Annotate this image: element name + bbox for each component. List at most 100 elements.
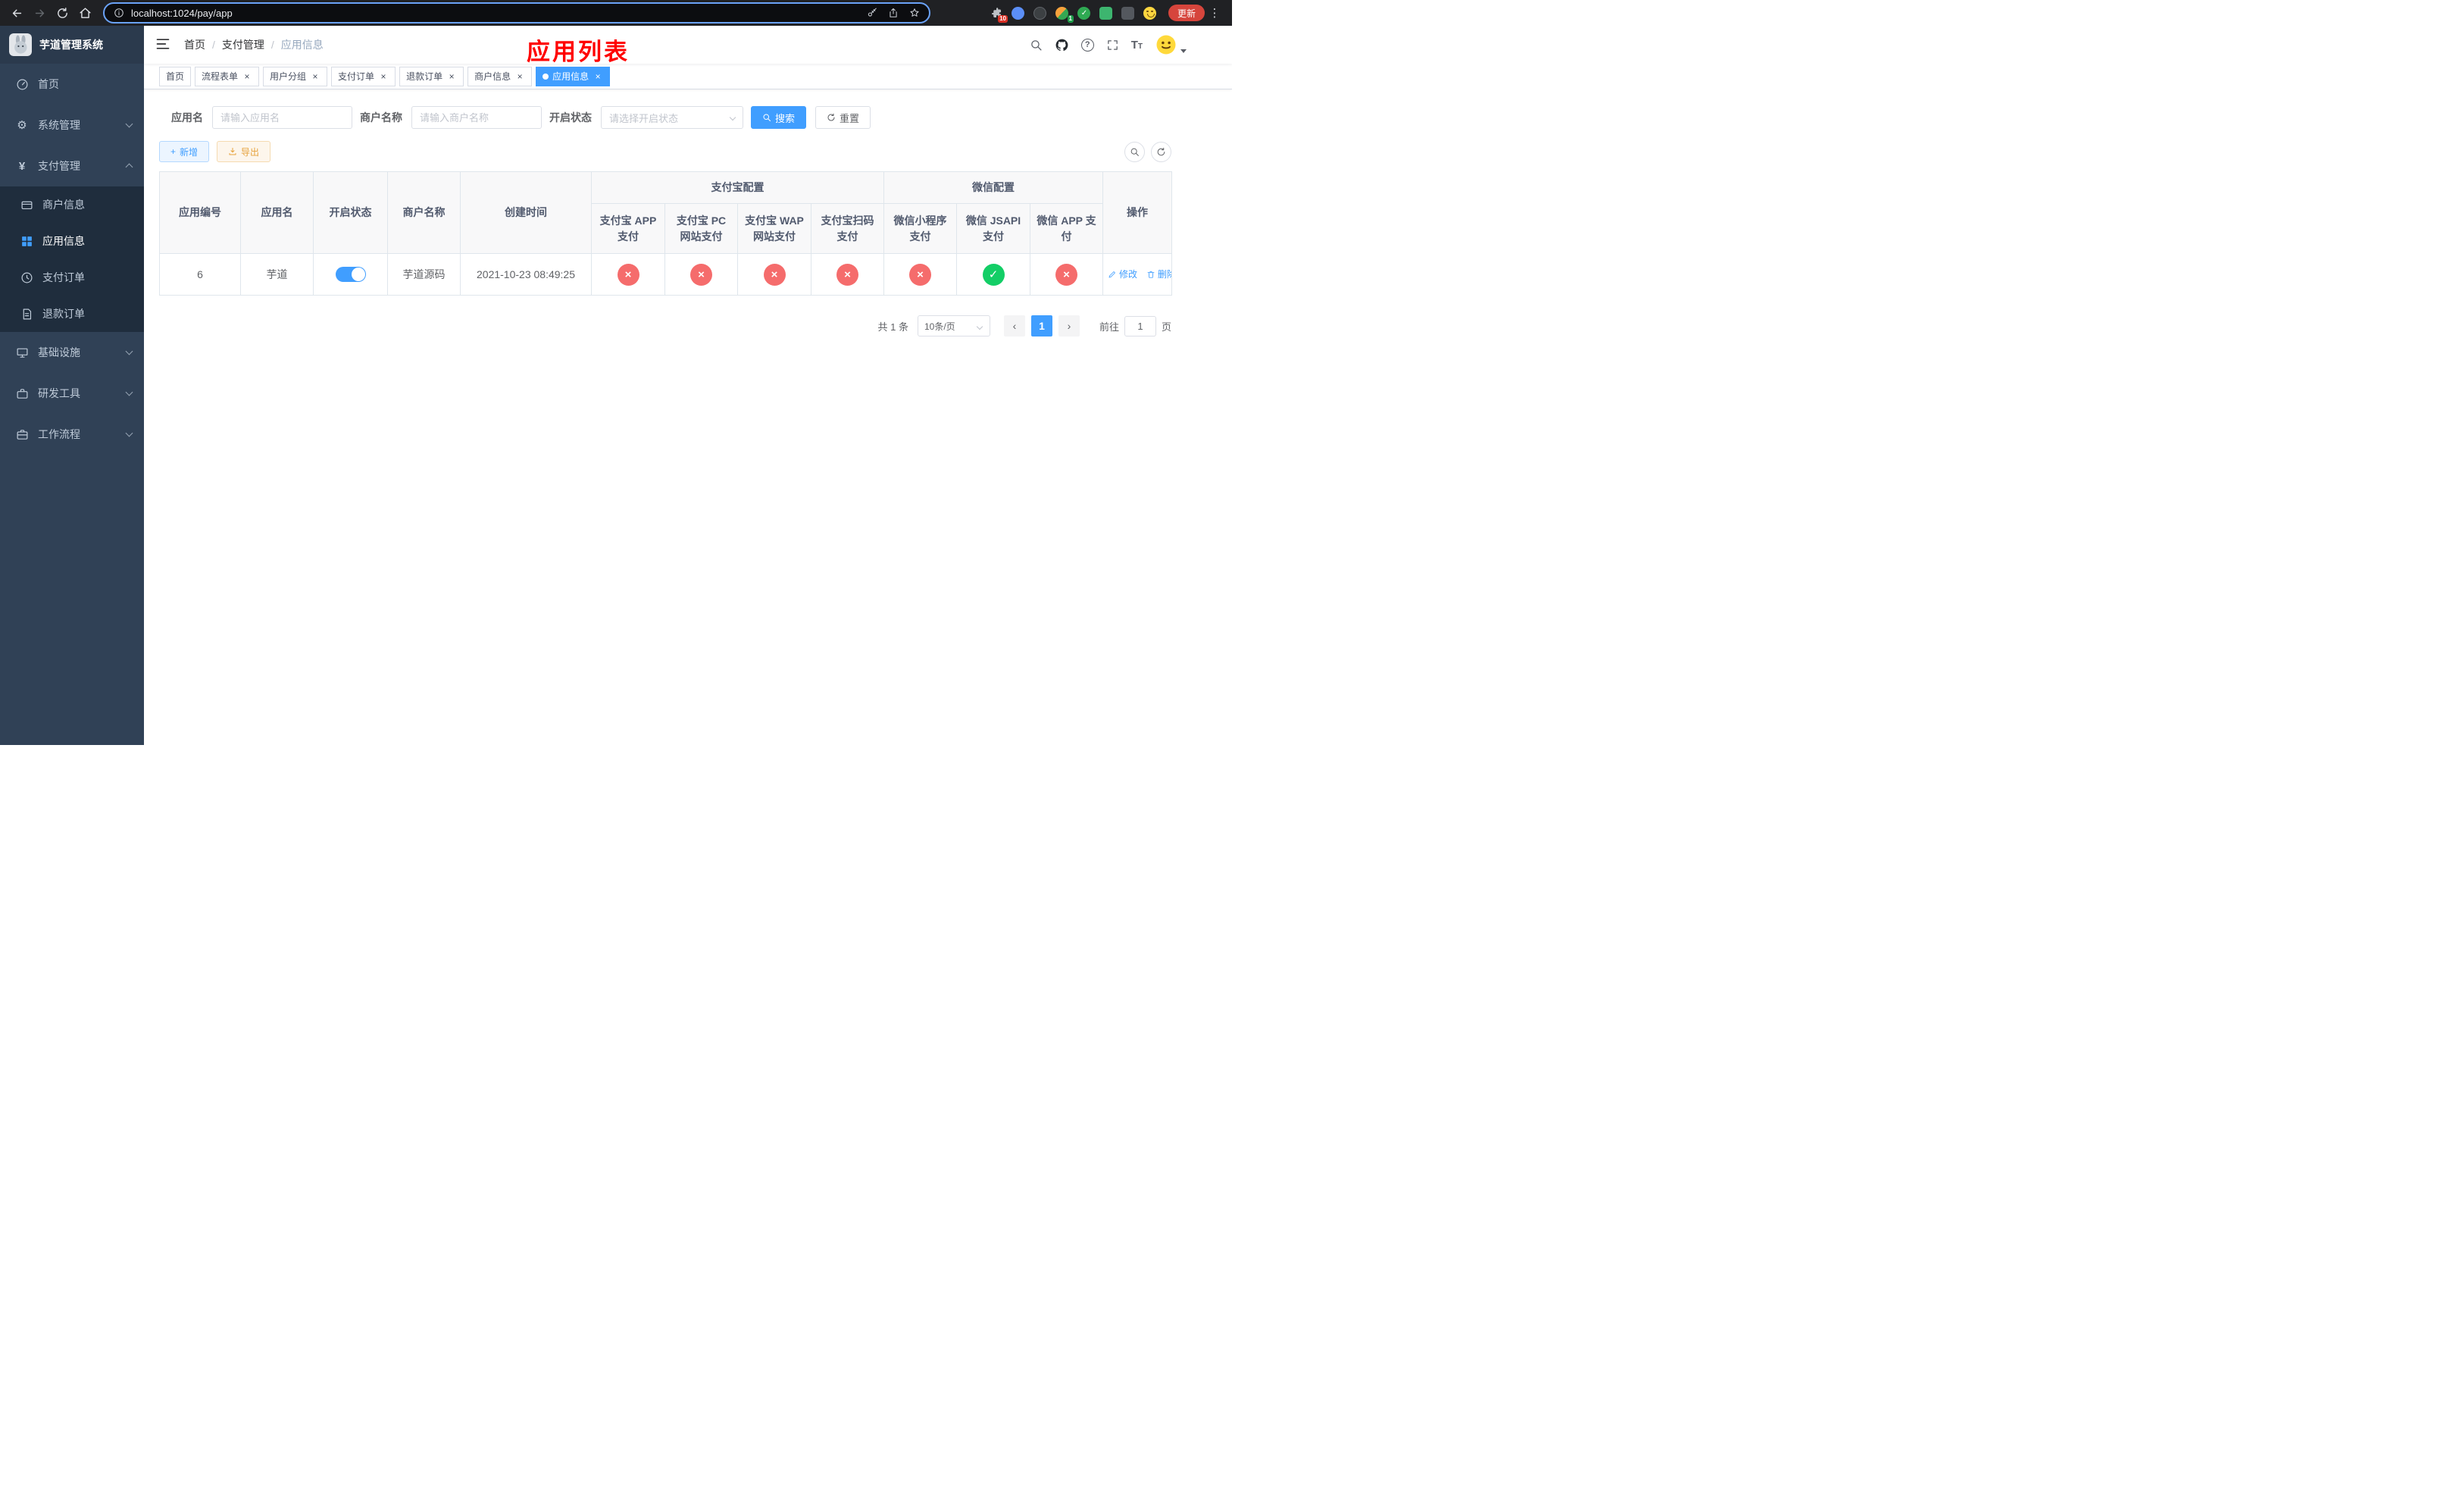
extension-badge-green: 1 <box>1067 15 1074 23</box>
gear-icon: ⚙ <box>17 119 27 132</box>
sidebar-item-home[interactable]: 首页 <box>0 64 144 105</box>
main-content: 首页 / 支付管理 / 应用信息 应用列表 ? TT 首页 流程表单 × 用户分组… <box>144 26 1232 745</box>
breadcrumb-payment[interactable]: 支付管理 <box>222 37 264 52</box>
pagination-total: 共 1 条 <box>877 321 908 333</box>
app-name-input[interactable] <box>212 106 352 129</box>
extension-multicolor-icon[interactable]: 1 <box>1055 5 1074 23</box>
avatar-emoji-icon <box>1156 35 1176 55</box>
tab-payment-order[interactable]: 支付订单 × <box>331 66 396 86</box>
refresh-icon <box>827 113 835 121</box>
col-actions: 操作 <box>1102 171 1172 254</box>
sidebar-item-merchant-info[interactable]: 商户信息 <box>0 186 144 223</box>
back-button[interactable] <box>6 2 27 23</box>
next-page-button[interactable]: › <box>1058 315 1080 337</box>
sidebar-item-infrastructure[interactable]: 基础设施 <box>0 332 144 373</box>
status-select[interactable]: 请选择开启状态 <box>601 106 743 129</box>
export-button[interactable]: 导出 <box>217 141 271 162</box>
extension-emoji-icon[interactable] <box>1143 5 1158 20</box>
tab-process-form[interactable]: 流程表单 × <box>195 66 260 86</box>
app-table: 应用编号 应用名 开启状态 商户名称 创建时间 支付宝配置 微信配置 操作 支付… <box>159 171 1232 296</box>
chevron-down-icon <box>125 429 133 437</box>
breadcrumb-home[interactable]: 首页 <box>184 37 205 52</box>
sidebar-logo[interactable]: 芋道管理系统 <box>0 26 144 64</box>
extension-check-icon[interactable]: ✓ <box>1077 5 1092 20</box>
breadcrumb-current: 应用信息 <box>280 39 324 51</box>
hamburger-icon[interactable] <box>155 36 172 53</box>
status-toggle[interactable] <box>335 267 366 282</box>
navbar-actions: ? TT <box>1030 33 1187 56</box>
github-icon[interactable] <box>1055 38 1069 52</box>
cell-merchant: 芋道源码 <box>387 253 461 296</box>
site-info-icon[interactable] <box>114 8 124 18</box>
sidebar-item-payment[interactable]: ¥ 支付管理 <box>0 146 144 186</box>
show-search-button[interactable] <box>1124 141 1145 162</box>
col-status: 开启状态 <box>313 171 388 254</box>
close-icon[interactable]: × <box>514 71 525 82</box>
page-1-button[interactable]: 1 <box>1030 315 1052 337</box>
status-cross-icon: × <box>763 263 786 286</box>
yen-icon: ¥ <box>18 159 26 173</box>
url-bar[interactable]: localhost:1024/pay/app <box>103 2 930 23</box>
extension-pin-icon[interactable] <box>1121 5 1136 20</box>
tab-user-group[interactable]: 用户分组 × <box>263 66 328 86</box>
tab-refund-order[interactable]: 退款订单 × <box>399 66 464 86</box>
refresh-table-button[interactable] <box>1151 141 1171 162</box>
extensions-puzzle-icon[interactable]: 10 <box>989 5 1008 23</box>
edit-link[interactable]: 修改 <box>1108 268 1137 280</box>
reload-button[interactable] <box>52 2 73 23</box>
extension-blue-icon[interactable] <box>1011 5 1026 20</box>
status-check-icon: ✓ <box>982 263 1005 286</box>
password-key-icon[interactable] <box>867 8 877 18</box>
grid-icon <box>20 234 33 248</box>
sidebar-item-system[interactable]: ⚙ 系统管理 <box>0 105 144 146</box>
extension-chat-icon[interactable] <box>1099 5 1114 20</box>
goto-page-input[interactable] <box>1124 315 1156 337</box>
chevron-down-icon <box>125 120 133 128</box>
chevron-down-icon <box>125 388 133 396</box>
search-icon <box>1130 148 1139 156</box>
tab-home[interactable]: 首页 <box>159 66 192 86</box>
sidebar-item-payment-order[interactable]: 支付订单 <box>0 259 144 296</box>
sidebar-item-workflow[interactable]: 工作流程 <box>0 414 144 455</box>
reset-button[interactable]: 重置 <box>815 106 871 129</box>
share-icon[interactable] <box>888 8 899 18</box>
table-toolbar: + 新增 导出 <box>159 141 1171 162</box>
status-cross-icon: × <box>836 263 858 286</box>
browser-menu-button[interactable]: ⋮ <box>1206 6 1223 20</box>
close-icon[interactable]: × <box>378 71 389 82</box>
credit-card-icon <box>20 198 33 211</box>
search-button[interactable]: 搜索 <box>751 106 807 129</box>
prev-page-button[interactable]: ‹ <box>1003 315 1025 337</box>
home-button[interactable] <box>74 2 95 23</box>
sidebar-item-refund-order[interactable]: 退款订单 <box>0 296 144 332</box>
url-text[interactable]: localhost:1024/pay/app <box>131 8 233 19</box>
delete-link[interactable]: 删除 <box>1146 268 1171 280</box>
help-icon[interactable]: ? <box>1080 38 1094 52</box>
close-icon[interactable]: × <box>310 71 321 82</box>
fullscreen-icon[interactable] <box>1106 39 1119 52</box>
font-size-icon[interactable]: TT <box>1131 39 1143 52</box>
extension-dark-icon[interactable] <box>1033 5 1048 20</box>
sidebar: 芋道管理系统 首页 ⚙ 系统管理 ¥ 支付管理 商户信息 应用信息 支付订单 退… <box>0 26 144 745</box>
col-app-id: 应用编号 <box>159 171 241 254</box>
tab-app-info[interactable]: 应用信息 × <box>536 66 611 86</box>
forward-button[interactable] <box>29 2 50 23</box>
bookmark-star-icon[interactable] <box>909 8 920 18</box>
status-label: 开启状态 <box>549 111 592 124</box>
user-avatar[interactable] <box>1155 33 1187 56</box>
tab-merchant-info[interactable]: 商户信息 × <box>467 66 533 86</box>
toolbox-icon <box>15 387 29 400</box>
close-icon[interactable]: × <box>242 71 252 82</box>
browser-update-button[interactable]: 更新 <box>1168 5 1205 21</box>
merchant-name-input[interactable] <box>411 106 542 129</box>
search-icon[interactable] <box>1030 39 1043 52</box>
col-alipay-pc: 支付宝 PC 网站支付 <box>664 203 738 254</box>
sidebar-item-app-info[interactable]: 应用信息 <box>0 223 144 259</box>
payment-submenu: 商户信息 应用信息 支付订单 退款订单 <box>0 186 144 332</box>
app-title: 芋道管理系统 <box>39 39 103 51</box>
page-size-select[interactable]: 10条/页 <box>917 315 990 337</box>
add-button[interactable]: + 新增 <box>159 141 210 162</box>
close-icon[interactable]: × <box>446 71 457 82</box>
close-icon[interactable]: × <box>593 71 603 82</box>
sidebar-item-devtools[interactable]: 研发工具 <box>0 373 144 414</box>
